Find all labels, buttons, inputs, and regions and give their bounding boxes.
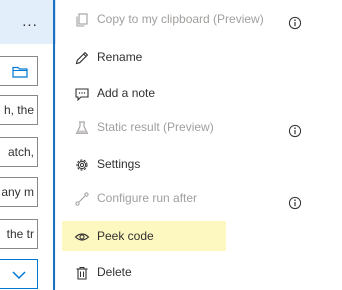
chevron-down-icon[interactable] (12, 269, 26, 283)
menu-item-static-result[interactable]: Static result (Preview) (62, 112, 226, 142)
action-card-border (53, 0, 55, 290)
comment-icon (74, 86, 90, 102)
menu-item-label: Static result (Preview) (97, 120, 214, 134)
menu-item-peek-code[interactable]: Peek code (62, 221, 226, 251)
menu-item-label: Settings (97, 157, 141, 171)
menu-item-label: Delete (97, 265, 132, 279)
action-card-header: ... (0, 0, 56, 44)
pencil-icon (74, 50, 90, 66)
menu-item-add-note[interactable]: Add a note (62, 78, 226, 108)
menu-item-settings[interactable]: Settings (62, 149, 226, 179)
menu-item-copy-to-clipboard[interactable]: Copy to my clipboard (Preview) (62, 4, 264, 34)
copy-icon (74, 12, 90, 28)
dropdown-field[interactable] (0, 259, 38, 289)
designer-panel: ... h, the atch, any m the tr (0, 0, 56, 290)
menu-item-label: Peek code (97, 229, 154, 243)
trash-icon (74, 265, 90, 281)
run-after-icon (74, 191, 90, 207)
text-field[interactable]: atch, (0, 137, 38, 167)
menu-item-delete[interactable]: Delete (62, 257, 226, 287)
text-field[interactable]: h, the (0, 95, 38, 125)
more-options-button[interactable]: ... (15, 11, 45, 33)
context-menu: Copy to my clipboard (Preview) Rename Ad… (56, 0, 342, 290)
menu-item-label: Configure run after (97, 191, 198, 205)
menu-item-configure-run-after[interactable]: Configure run after (62, 183, 226, 213)
menu-item-label: Rename (97, 50, 143, 64)
menu-item-label: Copy to my clipboard (Preview) (97, 12, 264, 26)
menu-item-rename[interactable]: Rename (62, 42, 226, 72)
eye-icon (74, 229, 90, 245)
info-icon[interactable] (288, 124, 302, 138)
info-icon[interactable] (288, 16, 302, 30)
menu-item-label: Add a note (97, 86, 156, 100)
gear-icon (74, 157, 90, 173)
folder-picker-field[interactable] (0, 56, 38, 86)
text-field[interactable]: the tr (0, 219, 38, 249)
folder-icon[interactable] (12, 65, 28, 81)
text-field[interactable]: any m (0, 177, 38, 207)
flask-icon (74, 120, 90, 136)
info-icon[interactable] (288, 196, 302, 210)
